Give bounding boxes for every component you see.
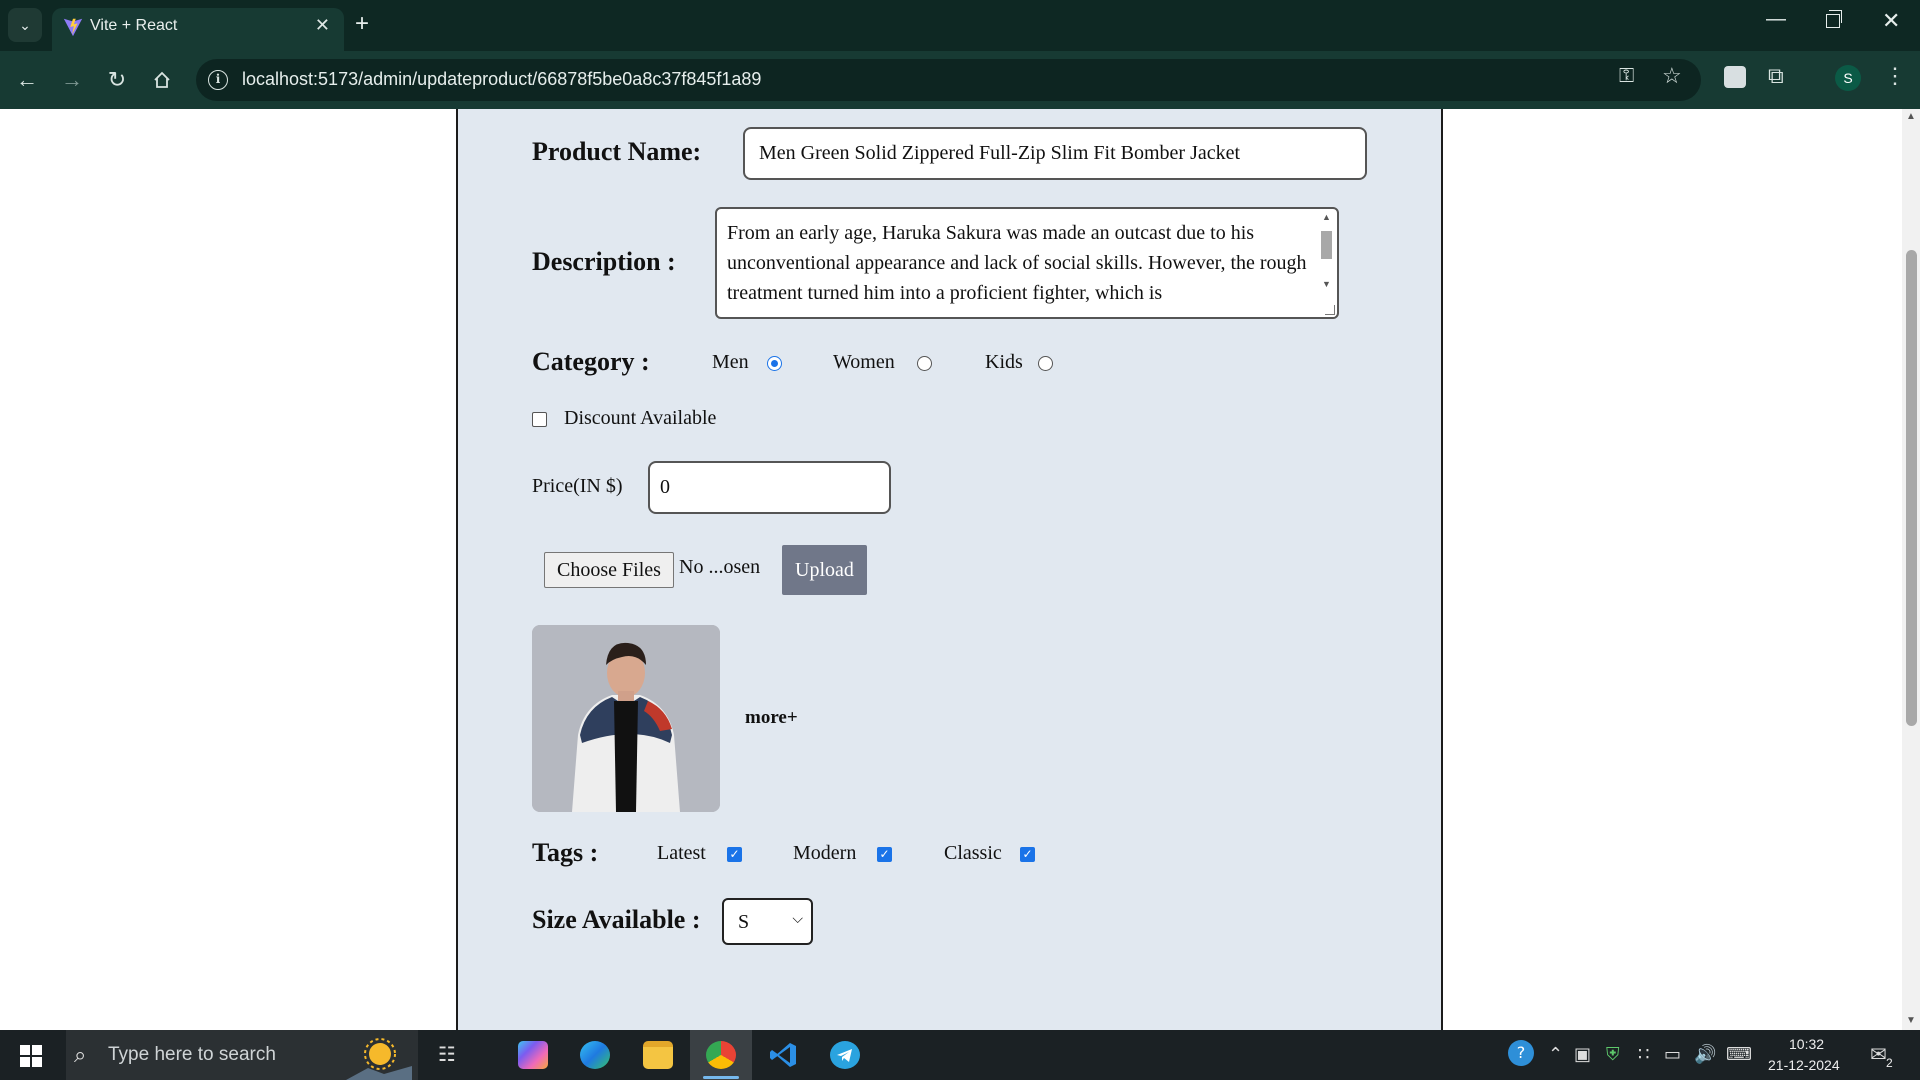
bookmark-star-icon[interactable]: ☆: [1662, 63, 1682, 89]
size-selected-value[interactable]: S: [738, 911, 749, 934]
windows-start-icon[interactable]: [20, 1045, 42, 1067]
tab-list-chevron-icon[interactable]: ⌄: [8, 8, 42, 42]
category-women-label[interactable]: Women: [833, 351, 895, 374]
url-text[interactable]: localhost:5173/admin/updateproduct/66878…: [242, 69, 761, 90]
browser-toolbar: ← → ↻ i localhost:5173/admin/updateprodu…: [0, 51, 1920, 109]
tag-modern-label[interactable]: Modern: [793, 842, 856, 865]
file-explorer-icon[interactable]: [643, 1041, 673, 1069]
page-scroll-thumb[interactable]: [1906, 250, 1917, 726]
vite-logo-icon: [63, 18, 83, 37]
scroll-up-arrow-icon[interactable]: ▲: [1906, 111, 1916, 122]
description-text[interactable]: From an early age, Haruka Sakura was mad…: [727, 218, 1311, 308]
discount-checkbox[interactable]: [532, 412, 547, 427]
restore-icon[interactable]: [1826, 10, 1842, 28]
tag-latest-label[interactable]: Latest: [657, 842, 706, 865]
back-arrow-icon[interactable]: ←: [12, 65, 42, 95]
discount-label[interactable]: Discount Available: [564, 407, 716, 430]
forward-arrow-icon[interactable]: →: [57, 65, 87, 95]
wifi-icon[interactable]: ∷: [1638, 1044, 1649, 1065]
tag-classic-label[interactable]: Classic: [944, 842, 1002, 865]
extensions-puzzle-icon[interactable]: ⧉: [1768, 63, 1784, 89]
taskbar-search-box[interactable]: ⌕ Type here to search: [66, 1030, 418, 1080]
copilot-icon[interactable]: [518, 1041, 548, 1069]
description-textarea[interactable]: From an early age, Haruka Sakura was mad…: [715, 207, 1339, 319]
vscode-icon[interactable]: [768, 1041, 798, 1069]
help-icon[interactable]: ?: [1508, 1040, 1534, 1066]
upload-button[interactable]: Upload: [782, 545, 867, 595]
active-app-indicator: [703, 1076, 739, 1079]
keyboard-icon[interactable]: ⌨: [1726, 1044, 1752, 1065]
size-available-label: Size Available :: [532, 905, 701, 934]
site-info-icon[interactable]: i: [208, 70, 228, 90]
product-name-input[interactable]: [743, 127, 1367, 180]
tags-label: Tags :: [532, 838, 599, 867]
chevron-down-icon[interactable]: ⌵: [792, 912, 803, 928]
security-shield-icon[interactable]: ⛨: [1606, 1044, 1620, 1065]
search-icon: ⌕: [74, 1042, 87, 1067]
tag-modern-checkbox[interactable]: ✓: [877, 847, 892, 862]
profile-avatar[interactable]: S: [1835, 65, 1861, 91]
page-scrollbar[interactable]: ▲ ▼: [1902, 109, 1920, 1030]
category-kids-radio[interactable]: [1038, 356, 1053, 371]
choose-files-button[interactable]: Choose Files: [544, 552, 674, 588]
tab-title: Vite + React: [90, 17, 178, 34]
volume-icon[interactable]: 🔊: [1694, 1044, 1716, 1065]
password-key-icon[interactable]: ⚿: [1619, 65, 1634, 88]
tab-bar: ⌄ Vite + React ✕ + — ✕: [0, 0, 1920, 51]
product-name-label: Product Name:: [532, 137, 702, 166]
notification-icon[interactable]: ✉: [1870, 1042, 1887, 1066]
window-close-icon[interactable]: ✕: [1882, 8, 1900, 34]
weather-sun-icon[interactable]: [346, 1032, 412, 1080]
more-images-link[interactable]: more+: [745, 707, 798, 729]
browser-tab[interactable]: Vite + React ✕: [52, 8, 344, 51]
minimize-icon[interactable]: —: [1766, 8, 1786, 31]
scroll-down-arrow-icon[interactable]: ▼: [1906, 1015, 1916, 1026]
description-label: Description :: [532, 247, 676, 276]
product-photo-jacket: [532, 625, 720, 812]
category-label: Category :: [532, 347, 650, 376]
tray-app-icon[interactable]: ▣: [1574, 1044, 1591, 1065]
chrome-icon[interactable]: [706, 1041, 736, 1069]
size-select[interactable]: S ⌵: [722, 898, 813, 945]
battery-icon[interactable]: ▭: [1664, 1044, 1681, 1065]
tag-classic-checkbox[interactable]: ✓: [1020, 847, 1035, 862]
category-men-label[interactable]: Men: [712, 351, 749, 374]
edge-browser-icon[interactable]: [580, 1041, 610, 1069]
show-hidden-icons-chevron-icon[interactable]: ⌃: [1548, 1044, 1563, 1065]
task-view-icon[interactable]: ☷: [438, 1042, 456, 1066]
taskbar-search-placeholder[interactable]: Type here to search: [108, 1044, 276, 1066]
extension-icon[interactable]: [1724, 66, 1746, 88]
tab-close-icon[interactable]: ✕: [315, 15, 330, 36]
clock-time[interactable]: 10:32: [1789, 1036, 1824, 1052]
scroll-down-arrow-icon[interactable]: ▼: [1322, 279, 1331, 289]
notification-count-badge: 2: [1886, 1056, 1893, 1070]
price-input[interactable]: [648, 461, 891, 514]
page-viewport: Product Name: Description : From an earl…: [0, 109, 1902, 1030]
reload-icon[interactable]: ↻: [102, 65, 132, 95]
no-file-chosen-text: No ...osen: [679, 556, 761, 578]
address-bar[interactable]: i localhost:5173/admin/updateproduct/668…: [196, 59, 1701, 101]
price-label: Price(IN $): [532, 475, 623, 497]
scroll-up-arrow-icon[interactable]: ▲: [1322, 212, 1331, 222]
product-image-thumbnail[interactable]: [532, 625, 720, 812]
tag-latest-checkbox[interactable]: ✓: [727, 847, 742, 862]
menu-dots-icon[interactable]: ⋮: [1884, 63, 1906, 89]
resize-grip-icon[interactable]: [1325, 305, 1335, 315]
category-men-radio[interactable]: [767, 356, 782, 371]
new-tab-icon[interactable]: +: [355, 10, 369, 38]
clock-date[interactable]: 21-12-2024: [1768, 1057, 1840, 1073]
category-women-radio[interactable]: [917, 356, 932, 371]
description-scrollbar[interactable]: ▲ ▼: [1318, 211, 1335, 317]
telegram-icon[interactable]: [830, 1041, 860, 1069]
description-scroll-thumb[interactable]: [1321, 231, 1332, 259]
home-icon[interactable]: [147, 65, 177, 95]
windows-taskbar: ⌕ Type here to search ☷ ? ⌃ ▣ ⛨ ∷ ▭ 🔊 ⌨ …: [0, 1030, 1920, 1080]
category-kids-label[interactable]: Kids: [985, 351, 1023, 374]
